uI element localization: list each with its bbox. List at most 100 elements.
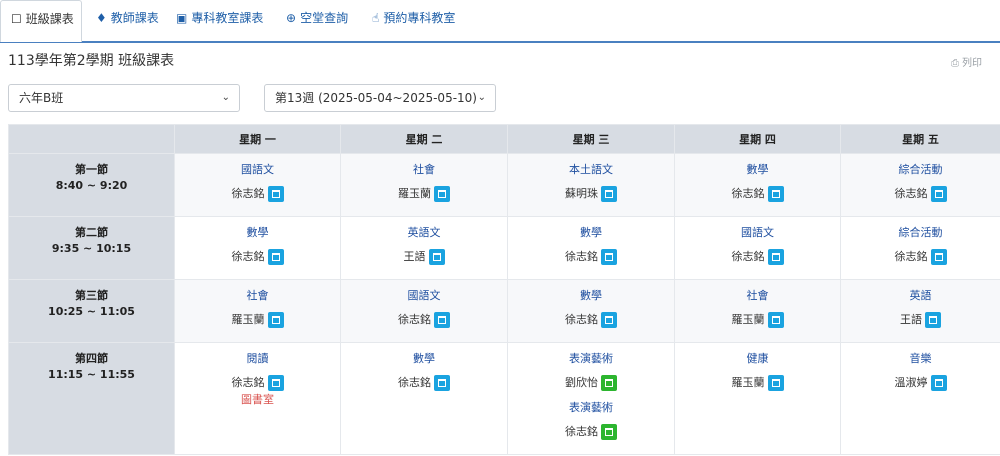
subject-link[interactable]: 國語文	[342, 287, 506, 304]
subject-link[interactable]: 綜合活動	[842, 224, 999, 241]
calendar-icon[interactable]	[267, 312, 284, 328]
subject-link[interactable]: 數學	[676, 161, 839, 178]
calendar-icon[interactable]	[767, 312, 784, 328]
teacher-name: 徐志銘	[398, 376, 431, 389]
subject-link[interactable]: 國語文	[176, 161, 339, 178]
subject-link[interactable]: 社會	[176, 287, 339, 304]
teacher-name: 徐志銘	[231, 376, 265, 389]
calendar-icon[interactable]	[267, 186, 284, 202]
subject-link[interactable]: 本土語文	[509, 161, 673, 178]
calendar-icon[interactable]	[601, 249, 617, 265]
timetable-cell: 音樂 溫淑婷	[840, 342, 1000, 455]
tab-free-period-search[interactable]: ⊕ 空堂查詢	[276, 0, 348, 38]
teacher-line: 徐志銘	[676, 248, 839, 266]
subject-link[interactable]: 健康	[676, 350, 839, 367]
print-button[interactable]: ⎙ 列印	[951, 54, 982, 69]
class-entry-list: 表演藝術 劉欣怡 表演藝術 徐志銘	[509, 350, 673, 441]
subject-link[interactable]: 表演藝術	[509, 350, 673, 367]
calendar-icon[interactable]	[267, 375, 284, 391]
tab-class-schedule[interactable]: ☐ 班級課表	[0, 0, 82, 42]
subject-link[interactable]: 數學	[176, 224, 339, 241]
teacher-line: 徐志銘	[176, 248, 339, 266]
week-select[interactable]: 第13週 (2025-05-04~2025-05-10) ⌄	[264, 84, 496, 112]
tab-label: 專科教室課表	[191, 11, 264, 25]
class-select[interactable]: 六年B班 ⌄	[8, 84, 240, 112]
calendar-icon[interactable]	[930, 375, 947, 391]
class-entry-list: 音樂 溫淑婷	[842, 350, 999, 392]
teacher-name: 徐志銘	[231, 250, 265, 263]
tab-label: 班級課表	[25, 12, 74, 26]
calendar-icon[interactable]	[434, 186, 450, 202]
timetable-cell: 國語文徐志銘	[340, 279, 508, 343]
subject-link[interactable]: 社會	[342, 161, 506, 178]
timetable-cell: 社會 羅玉蘭	[340, 153, 508, 217]
class-entry-list: 英語王語	[842, 287, 999, 329]
tab-label: 空堂查詢	[300, 11, 349, 25]
calendar-icon[interactable]	[434, 312, 450, 328]
calendar-icon[interactable]	[267, 249, 284, 265]
day-header: 星期 一	[174, 124, 341, 154]
calendar-icon[interactable]	[767, 375, 784, 391]
period-name: 第一節	[75, 163, 108, 176]
subject-link[interactable]: 表演藝術	[509, 399, 673, 416]
class-entry-list: 國語文徐志銘	[176, 161, 339, 203]
calendar-icon[interactable]	[601, 312, 617, 328]
teacher-line: 蘇明珠	[509, 185, 673, 203]
calendar-icon[interactable]	[434, 375, 450, 391]
timetable-cell: 閱讀徐志銘圖書室	[174, 342, 341, 455]
week-select-value: 第13週 (2025-05-04~2025-05-10)	[275, 91, 477, 105]
teacher-name: 徐志銘	[398, 313, 431, 326]
subject-link[interactable]: 英語	[842, 287, 999, 304]
subject-link[interactable]: 國語文	[676, 224, 839, 241]
teacher-name: 羅玉蘭	[231, 313, 265, 326]
tab-special-room-schedule[interactable]: ▣ 專科教室課表	[166, 0, 263, 38]
subject-link[interactable]: 音樂	[842, 350, 999, 367]
teacher-name: 徐志銘	[731, 187, 765, 200]
subject-link[interactable]: 社會	[676, 287, 839, 304]
teacher-line: 徐志銘	[842, 185, 999, 203]
room-link[interactable]: 圖書室	[176, 393, 339, 407]
calendar-icon[interactable]	[930, 249, 947, 265]
tab-label: 教師課表	[110, 11, 159, 25]
calendar-icon[interactable]	[767, 249, 784, 265]
timetable-cell: 國語文 徐志銘	[674, 216, 841, 280]
period-label-cell: 第二節 9:35 ~ 10:15	[8, 216, 175, 280]
calendar-icon[interactable]	[601, 424, 617, 440]
calendar-icon[interactable]	[601, 375, 617, 391]
teacher-line: 徐志銘	[676, 185, 839, 203]
subject-link[interactable]: 閱讀	[176, 350, 339, 367]
class-entry-list: 國語文徐志銘	[342, 287, 506, 329]
teacher-line: 羅玉蘭	[676, 374, 839, 392]
chevron-down-icon: ⌄	[221, 92, 230, 103]
day-header: 星期 五	[840, 124, 1000, 154]
calendar-icon[interactable]	[930, 186, 947, 202]
class-entry-list: 數學 徐志銘	[509, 224, 673, 266]
teacher-name: 徐志銘	[231, 187, 265, 200]
period-row: 第四節 11:15 ~ 11:55 閱讀 徐志銘 圖書室 數學 徐志銘 表演藝術 劉欣怡 表演藝術…	[8, 342, 1000, 455]
teacher-name: 羅玉蘭	[731, 313, 765, 326]
subject-link[interactable]: 數學	[509, 287, 673, 304]
class-entry-list: 國語文 徐志銘	[676, 224, 839, 266]
period-time: 11:15 ~ 11:55	[48, 368, 135, 381]
class-entry-list: 數學徐志銘	[176, 224, 339, 266]
calendar-icon[interactable]	[601, 186, 617, 202]
class-entry-list: 社會羅玉蘭	[176, 287, 339, 329]
teacher-line: 王語	[342, 248, 506, 266]
calendar-icon[interactable]	[428, 249, 445, 265]
subject-link[interactable]: 數學	[509, 224, 673, 241]
subject-link[interactable]: 英語文	[342, 224, 506, 241]
timetable: 星期 一 星期 二 星期 三 星期 四 星期 五 第一節 8:40 ~ 9:20 國…	[8, 124, 1000, 455]
calendar-icon[interactable]	[767, 186, 784, 202]
teacher-line: 徐志銘	[509, 423, 673, 441]
subject-link[interactable]: 數學	[342, 350, 506, 367]
tab-book-special-room[interactable]: ☝ 預約專科教室	[362, 0, 455, 38]
square-icon: ☐	[11, 12, 22, 26]
subject-link[interactable]: 綜合活動	[842, 161, 999, 178]
search-icon: ⊕	[286, 11, 297, 25]
class-entry-list: 社會 羅玉蘭	[342, 161, 506, 203]
calendar-icon[interactable]	[925, 312, 941, 328]
teacher-name: 王語	[900, 313, 922, 326]
period-name: 第二節	[75, 226, 108, 239]
tab-teacher-schedule[interactable]: ♦ 教師課表	[86, 0, 159, 38]
timetable-header-row: 星期 一 星期 二 星期 三 星期 四 星期 五	[8, 124, 1000, 154]
